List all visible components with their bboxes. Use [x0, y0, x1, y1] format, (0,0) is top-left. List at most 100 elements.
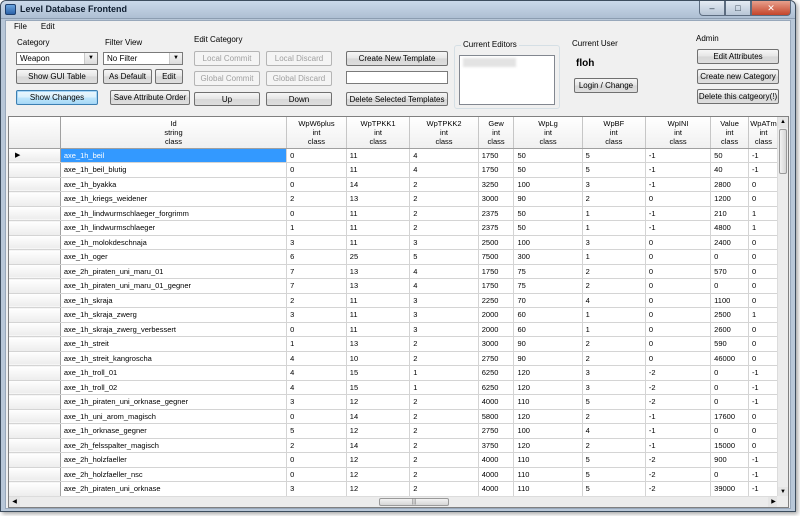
column-header-wplg[interactable]: WpLg int class [513, 117, 583, 149]
grid-cell-wpatm[interactable]: 0 [748, 336, 779, 352]
table-row[interactable]: axe_1h_molokdeschnaja 3 11 3 2500 100 3 0 2400 0 [9, 235, 779, 250]
grid-cell-wpbf[interactable]: 2 [582, 264, 646, 279]
grid-cell-wpatm[interactable]: 0 [748, 177, 779, 192]
grid-cell-wpbf[interactable]: 4 [582, 423, 646, 439]
table-row[interactable]: ▶ axe_1h_beil 0 11 4 1750 50 5 -1 50 -1 [9, 148, 779, 163]
grid-cell-wplg[interactable]: 70 [513, 293, 583, 308]
grid-cell-wptpkk1[interactable]: 11 [346, 322, 411, 337]
grid-cell-value[interactable]: 2600 [710, 322, 749, 337]
grid-cell-wpatm[interactable]: 0 [748, 423, 779, 439]
grid-cell-wptpkk1[interactable]: 12 [346, 394, 411, 410]
table-row[interactable]: axe_1h_skraja_zwerg 3 11 3 2000 60 1 0 2500 1 [9, 307, 779, 323]
grid-cell-wplg[interactable]: 110 [513, 394, 583, 410]
up-button[interactable]: Up [194, 92, 260, 106]
grid-cell-wpbf[interactable]: 1 [582, 307, 646, 323]
template-name-input[interactable] [346, 71, 448, 84]
grid-cell-gew[interactable]: 1750 [478, 148, 515, 163]
grid-cell-wplg[interactable]: 120 [513, 380, 583, 395]
grid-cell-gew[interactable]: 3000 [478, 336, 515, 352]
grid-cell-wptpkk2[interactable]: 2 [409, 191, 479, 207]
grid-cell-wpini[interactable]: -1 [645, 148, 712, 163]
grid-cell-wpw6plus[interactable]: 4 [286, 380, 347, 395]
grid-cell-wpw6plus[interactable]: 2 [286, 191, 347, 207]
grid-cell-wpw6plus[interactable]: 4 [286, 365, 347, 381]
grid-cell-wptpkk1[interactable]: 13 [346, 278, 411, 294]
grid-cell-wplg[interactable]: 110 [513, 452, 583, 468]
grid-cell-wptpkk1[interactable]: 14 [346, 409, 411, 424]
grid-cell-wptpkk1[interactable]: 12 [346, 481, 411, 497]
grid-cell-wpbf[interactable]: 1 [582, 206, 646, 221]
grid-cell-wpatm[interactable]: -1 [748, 452, 779, 468]
grid-cell-wpatm[interactable]: -1 [748, 394, 779, 410]
grid-cell-wptpkk2[interactable]: 3 [409, 293, 479, 308]
current-editors-list[interactable] [459, 55, 555, 105]
table-row[interactable]: axe_1h_uni_arom_magisch 0 14 2 5800 120 2 -1 176… [9, 409, 779, 424]
close-icon[interactable]: ✕ [751, 1, 791, 16]
grid-cell-id[interactable]: axe_1h_skraja [60, 293, 288, 308]
grid-cell-value[interactable]: 46000 [710, 351, 749, 366]
edit-attributes-button[interactable]: Edit Attributes [697, 49, 779, 64]
grid-cell-wpw6plus[interactable]: 0 [286, 467, 347, 482]
grid-cell-wpw6plus[interactable]: 3 [286, 394, 347, 410]
grid-cell-wpw6plus[interactable]: 0 [286, 452, 347, 468]
grid-cell-id[interactable]: axe_1h_kriegs_weidener [60, 191, 288, 207]
grid-cell-wpini[interactable]: -2 [645, 365, 712, 381]
grid-cell-gew[interactable]: 1750 [478, 162, 515, 178]
grid-cell-wptpkk1[interactable]: 12 [346, 452, 411, 468]
table-row[interactable]: axe_2h_holzfaeller_nsc 0 12 2 4000 110 5 -2 0 -1 [9, 467, 779, 482]
table-row[interactable]: axe_1h_piraten_uni_orknase_gegner 3 12 2 400… [9, 394, 779, 410]
grid-cell-wpini[interactable]: 0 [645, 307, 712, 323]
row-header[interactable]: ▶ [9, 148, 61, 163]
grid-cell-id[interactable]: axe_1h_skraja_zwerg_verbessert [60, 322, 288, 337]
grid-cell-id[interactable]: axe_2h_holzfaeller [60, 452, 288, 468]
menu-file[interactable]: File [6, 21, 33, 34]
grid-cell-wptpkk2[interactable]: 2 [409, 177, 479, 192]
grid-cell-wpbf[interactable]: 5 [582, 394, 646, 410]
grid-cell-id[interactable]: axe_1h_streit_kangroscha [60, 351, 288, 366]
grid-cell-wpini[interactable]: 0 [645, 249, 712, 265]
grid-cell-wpbf[interactable]: 5 [582, 481, 646, 497]
grid-cell-wpbf[interactable]: 3 [582, 365, 646, 381]
grid-cell-wpbf[interactable]: 2 [582, 191, 646, 207]
grid-cell-wpw6plus[interactable]: 6 [286, 249, 347, 265]
grid-cell-wptpkk2[interactable]: 1 [409, 365, 479, 381]
grid-cell-wptpkk2[interactable]: 4 [409, 148, 479, 163]
grid-cell-value[interactable]: 50 [710, 148, 749, 163]
grid-cell-wpini[interactable]: -1 [645, 438, 712, 453]
grid-cell-gew[interactable]: 1750 [478, 278, 515, 294]
grid-cell-wpw6plus[interactable]: 1 [286, 336, 347, 352]
grid-cell-id[interactable]: axe_1h_piraten_uni_maru_01_gegner [60, 278, 288, 294]
table-row[interactable]: axe_2h_felsspalter_magisch 2 14 2 3750 120 2 -1… [9, 438, 779, 453]
row-header[interactable] [9, 423, 61, 439]
grid-cell-wpw6plus[interactable]: 3 [286, 307, 347, 323]
grid-cell-value[interactable]: 2800 [710, 177, 749, 192]
edit-button[interactable]: Edit [155, 69, 183, 84]
grid-cell-wpbf[interactable]: 4 [582, 293, 646, 308]
grid-cell-wptpkk2[interactable]: 2 [409, 409, 479, 424]
grid-cell-wpatm[interactable]: -1 [748, 380, 779, 395]
row-header[interactable] [9, 452, 61, 468]
grid-cell-wplg[interactable]: 50 [513, 206, 583, 221]
grid-cell-wpini[interactable]: -1 [645, 177, 712, 192]
grid-cell-wpbf[interactable]: 2 [582, 336, 646, 352]
grid-cell-wpbf[interactable]: 3 [582, 177, 646, 192]
grid-cell-gew[interactable]: 2750 [478, 423, 515, 439]
grid-cell-wpw6plus[interactable]: 7 [286, 264, 347, 279]
grid-cell-wpw6plus[interactable]: 3 [286, 235, 347, 250]
grid-cell-wptpkk2[interactable]: 2 [409, 394, 479, 410]
grid-cell-value[interactable]: 39000 [710, 481, 749, 497]
save-attribute-order-button[interactable]: Save Attribute Order [110, 90, 190, 105]
grid-cell-wpini[interactable]: 0 [645, 191, 712, 207]
table-row[interactable]: axe_1h_streit 1 13 2 3000 90 2 0 590 0 [9, 336, 779, 352]
grid-cell-wpatm[interactable]: 1 [748, 307, 779, 323]
grid-cell-value[interactable]: 570 [710, 264, 749, 279]
grid-cell-wpini[interactable]: -2 [645, 467, 712, 482]
vertical-scrollbar[interactable]: ▲ ▼ [777, 117, 788, 498]
grid-cell-value[interactable]: 0 [710, 365, 749, 381]
grid-cell-wpatm[interactable]: 0 [748, 235, 779, 250]
table-row[interactable]: axe_1h_skraja_zwerg_verbessert 0 11 3 2000 60… [9, 322, 779, 337]
row-header[interactable] [9, 467, 61, 482]
grid-cell-wpbf[interactable]: 2 [582, 409, 646, 424]
row-header[interactable] [9, 293, 61, 308]
grid-cell-wplg[interactable]: 90 [513, 336, 583, 352]
